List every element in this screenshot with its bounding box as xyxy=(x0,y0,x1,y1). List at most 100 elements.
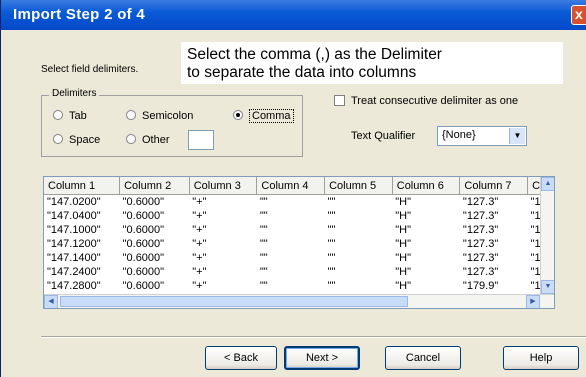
radio-comma[interactable]: Comma xyxy=(233,109,294,123)
table-row: "147.1000" "0.6000" "+" "" "" "H" "127.3" "1. xyxy=(44,223,554,237)
text-qualifier-select[interactable]: {None} ▼ xyxy=(437,126,527,146)
table-cell: "147.2400" xyxy=(47,266,101,278)
instruction-line-1: Select the comma (,) as the Delimiter xyxy=(187,46,442,63)
data-preview-grid[interactable]: Column 1 Column 2 Column 3 Column 4 Colu… xyxy=(43,176,555,309)
back-button[interactable]: < Back xyxy=(205,346,277,370)
table-cell: "" xyxy=(259,196,268,208)
table-cell: "0.6000" xyxy=(122,280,165,292)
help-button[interactable]: Help xyxy=(503,346,579,370)
table-cell: "+" xyxy=(192,224,207,236)
instruction-line-2: to separate the data into columns xyxy=(187,64,417,81)
column-header[interactable]: Column 6 xyxy=(392,177,461,195)
radio-semicolon[interactable]: Semicolon xyxy=(126,110,193,122)
radio-semicolon-label: Semicolon xyxy=(142,110,194,122)
table-cell: "0.6000" xyxy=(122,210,165,222)
text-qualifier-value: {None} xyxy=(442,129,476,141)
radio-other[interactable]: Other xyxy=(126,134,170,146)
grid-header-row: Column 1 Column 2 Column 3 Column 4 Colu… xyxy=(44,177,554,195)
table-cell: "H" xyxy=(395,266,412,278)
close-icon: x xyxy=(575,6,583,22)
radio-tab[interactable]: Tab xyxy=(53,110,87,122)
data-preview-table: Column 1 Column 2 Column 3 Column 4 Colu… xyxy=(44,177,554,293)
table-cell: "127.3" xyxy=(462,266,499,278)
table-cell: "0.6000" xyxy=(122,252,165,264)
vertical-scrollbar[interactable]: ▲ ▼ xyxy=(540,177,554,294)
column-header[interactable]: Column 5 xyxy=(324,177,393,195)
table-row: "147.2800" "0.6000" "+" "" "" "H" "179.9" "1 xyxy=(44,279,554,293)
radio-space-indicator xyxy=(53,134,63,144)
table-cell: "" xyxy=(327,238,336,250)
table-cell: "H" xyxy=(395,224,412,236)
next-button[interactable]: Next > xyxy=(284,346,360,370)
table-cell: "" xyxy=(259,224,268,236)
radio-other-label: Other xyxy=(142,134,170,146)
column-header[interactable]: Column 3 xyxy=(189,177,258,195)
table-row: "147.0200" "0.6000" "+" "" "" "H" "127.3" "1. xyxy=(44,195,554,210)
radio-semicolon-indicator xyxy=(126,110,136,120)
table-cell: "127.3" xyxy=(462,238,499,250)
scroll-left-icon[interactable]: ◀ xyxy=(44,295,58,308)
treat-consecutive-box xyxy=(334,95,345,106)
cancel-button[interactable]: Cancel xyxy=(385,346,461,370)
table-cell: "" xyxy=(327,196,336,208)
dialog-title: Import Step 2 of 4 xyxy=(13,6,146,23)
table-cell: "" xyxy=(327,210,336,222)
column-header[interactable]: Column 1 xyxy=(44,177,121,195)
table-cell: "127.3" xyxy=(462,196,499,208)
table-row: "147.1400" "0.6000" "+" "" "" "H" "127.3" "1. xyxy=(44,251,554,265)
column-header[interactable]: Column 2 xyxy=(119,177,190,195)
radio-other-indicator xyxy=(126,134,136,144)
scroll-down-icon[interactable]: ▼ xyxy=(541,280,554,294)
table-cell: "147.1200" xyxy=(47,238,101,250)
treat-consecutive-checkbox[interactable]: Treat consecutive delimiter as one xyxy=(334,95,518,107)
table-cell: "127.3" xyxy=(462,252,499,264)
table-cell: "" xyxy=(327,224,336,236)
other-delimiter-input[interactable] xyxy=(188,130,214,150)
radio-space[interactable]: Space xyxy=(53,134,100,146)
table-row: "147.1200" "0.6000" "+" "" "" "H" "127.3" "1. xyxy=(44,237,554,251)
import-wizard-dialog: Import Step 2 of 4 x Select the comma (,… xyxy=(0,0,586,377)
table-cell: "+" xyxy=(192,210,207,222)
title-bar[interactable]: Import Step 2 of 4 x xyxy=(1,0,586,30)
table-cell: "147.0200" xyxy=(47,196,101,208)
column-header[interactable]: Column 7 xyxy=(459,177,529,195)
table-cell: "147.1400" xyxy=(47,252,101,264)
scroll-up-icon[interactable]: ▲ xyxy=(541,177,554,191)
table-cell: "+" xyxy=(192,252,207,264)
radio-comma-indicator xyxy=(233,110,243,120)
table-cell: "" xyxy=(259,238,268,250)
table-cell: "H" xyxy=(395,196,412,208)
table-cell: "H" xyxy=(395,280,412,292)
table-cell: "147.0400" xyxy=(47,210,101,222)
table-cell: "+" xyxy=(192,196,207,208)
table-cell: "127.3" xyxy=(462,210,499,222)
table-cell: "" xyxy=(327,280,336,292)
table-cell: "" xyxy=(259,280,268,292)
delimiters-group-title: Delimiters xyxy=(49,88,100,99)
table-cell: "+" xyxy=(192,238,207,250)
table-cell: "" xyxy=(327,252,336,264)
table-cell: "+" xyxy=(192,266,207,278)
table-cell: "147.1000" xyxy=(47,224,101,236)
table-cell: "H" xyxy=(395,238,412,250)
table-cell: "179.9" xyxy=(462,280,499,292)
table-cell: "0.6000" xyxy=(122,238,165,250)
radio-tab-label: Tab xyxy=(69,110,87,122)
table-cell: "0.6000" xyxy=(122,196,165,208)
column-header[interactable]: Column 4 xyxy=(256,177,326,195)
close-button[interactable]: x xyxy=(571,5,586,25)
horizontal-scrollbar[interactable]: ◀ ▶ xyxy=(44,294,554,308)
radio-comma-label: Comma xyxy=(249,109,294,123)
delimiters-group xyxy=(41,95,303,157)
table-cell: "147.2800" xyxy=(47,280,101,292)
scroll-right-icon[interactable]: ▶ xyxy=(526,295,540,308)
table-cell: "0.6000" xyxy=(122,266,165,278)
chevron-down-icon[interactable]: ▼ xyxy=(509,128,525,144)
radio-space-label: Space xyxy=(69,134,101,146)
table-row: "147.2400" "0.6000" "+" "" "" "H" "127.3" "1. xyxy=(44,265,554,279)
table-cell: "+" xyxy=(192,280,207,292)
table-cell: "" xyxy=(259,266,268,278)
select-delimiters-label: Select field delimiters. xyxy=(41,64,139,75)
horizontal-scroll-thumb[interactable] xyxy=(60,296,408,307)
table-cell: "" xyxy=(259,252,268,264)
